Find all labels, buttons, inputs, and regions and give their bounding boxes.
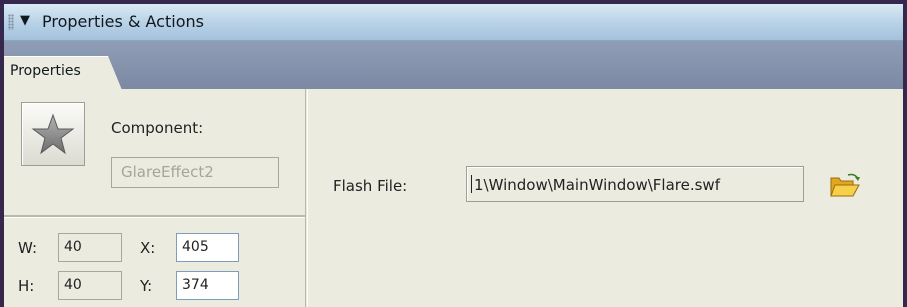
open-folder-icon[interactable] <box>828 172 862 200</box>
properties-panel: ▼ Properties & Actions Properties Compon… <box>4 4 903 307</box>
width-field: 40 <box>58 233 122 262</box>
text-caret <box>471 175 472 193</box>
star-icon <box>31 113 75 155</box>
height-label: H: <box>18 277 35 295</box>
triangle-down-icon[interactable]: ▼ <box>20 13 30 28</box>
width-label: W: <box>18 239 38 257</box>
height-field: 40 <box>58 271 122 300</box>
x-field[interactable]: 405 <box>176 233 239 262</box>
x-label: X: <box>140 239 156 257</box>
flash-file-path: 1\Window\MainWindow\Flare.swf <box>474 176 720 194</box>
panel-title: Properties & Actions <box>42 12 204 31</box>
flash-file-label: Flash File: <box>333 177 408 195</box>
drag-grip-icon[interactable] <box>8 14 14 30</box>
y-field[interactable]: 374 <box>176 271 239 300</box>
properties-content: Component: GlareEffect2 W: 40 X: 405 H: … <box>4 89 903 307</box>
component-name-field: GlareEffect2 <box>111 157 279 188</box>
panel-titlebar: ▼ Properties & Actions <box>4 4 903 41</box>
tab-properties[interactable]: Properties <box>4 56 122 90</box>
section-divider <box>4 215 305 218</box>
tab-label: Properties <box>10 63 81 79</box>
vertical-divider <box>307 89 308 307</box>
component-section: Component: GlareEffect2 W: 40 X: 405 H: … <box>4 89 306 307</box>
y-label: Y: <box>140 277 153 295</box>
flash-file-field[interactable]: 1\Window\MainWindow\Flare.swf <box>466 166 804 202</box>
tab-strip: Properties <box>4 41 903 90</box>
component-label: Component: <box>111 119 204 137</box>
component-icon-box <box>21 102 85 166</box>
